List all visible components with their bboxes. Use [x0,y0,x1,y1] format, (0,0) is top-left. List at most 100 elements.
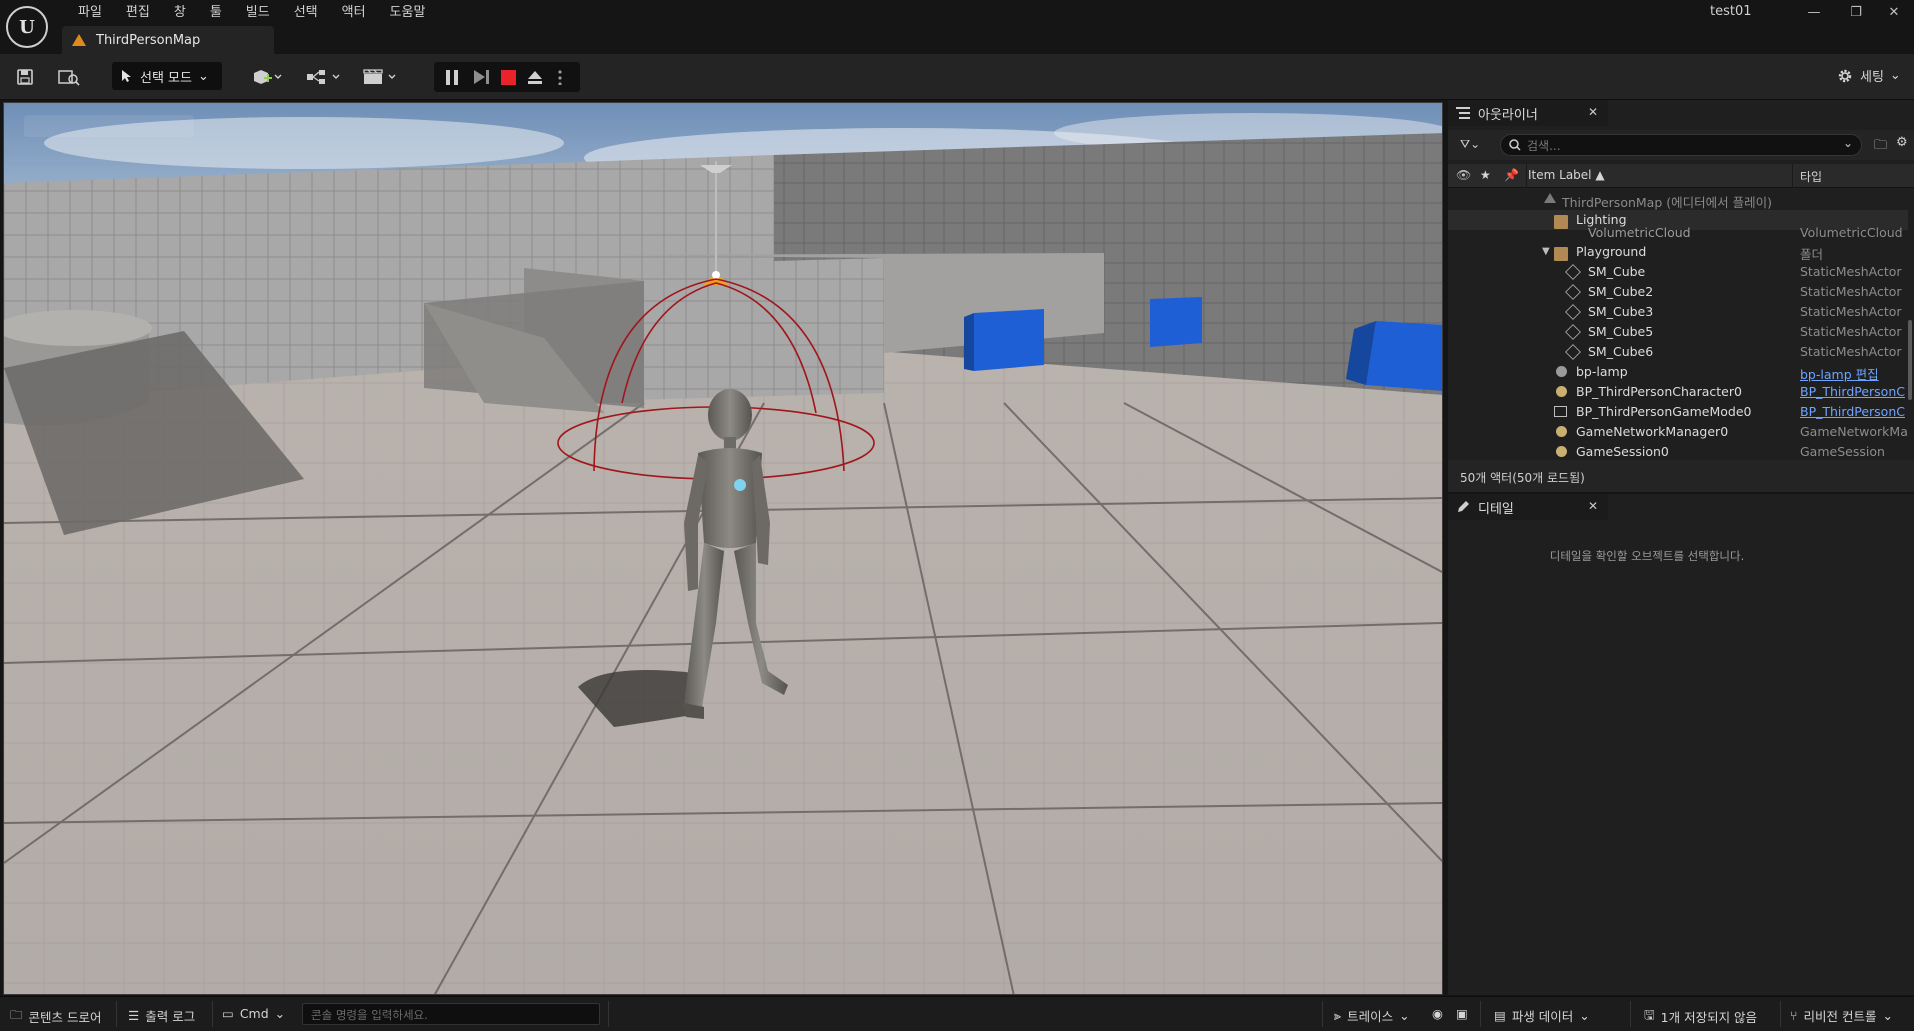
edit-blueprint-link[interactable]: BP_ThirdPersonC [1800,404,1908,419]
tree-row-mesh[interactable]: SM_Cube3 StaticMeshActor [1448,302,1908,322]
star-icon[interactable]: ★ [1480,168,1491,182]
trace-icon: ⫸ [1334,1007,1342,1023]
content-drawer-icon: 🗀 [10,1007,23,1022]
restore-button[interactable]: ❐ [1836,0,1876,24]
pencil-icon [1458,501,1469,512]
cursor-icon [122,70,131,82]
outliner-search-input[interactable]: 검색... ⌄ [1500,134,1862,156]
tree-row-actor[interactable]: GameNetworkManager0 GameNetworkMa [1448,422,1908,442]
gear-icon [1838,69,1852,82]
derived-data-button[interactable]: ▤ 파생 데이터 ⌄ [1494,1006,1590,1025]
trace-button[interactable]: ⫸ 트레이스 ⌄ [1334,1006,1410,1025]
search-icon [1509,139,1521,151]
branch-icon: ⑂ [1790,1008,1798,1023]
menu-window[interactable]: 창 [162,2,198,24]
settings-button[interactable]: 세팅 ⌄ [1836,66,1901,85]
pin-icon[interactable]: 📌 [1504,168,1519,182]
tree-row-mesh[interactable]: SM_Cube5 StaticMeshActor [1448,322,1908,342]
browse-level-icon[interactable] [58,66,80,88]
tree-row-mesh[interactable]: SM_Cube6 StaticMeshActor [1448,342,1908,362]
character-icon [1556,386,1567,397]
tree-row-world[interactable]: ThirdPersonMap (에디터에서 플레이) [1448,190,1908,210]
pause-icon[interactable] [446,70,458,85]
more-options-icon[interactable] [558,69,562,85]
unsaved-file-icon: 🖫 [1644,1007,1655,1022]
outliner-tab[interactable]: 아웃라이너 ✕ [1448,100,1608,126]
tree-row-blueprint[interactable]: bp-lamp bp-lamp 편집 [1448,362,1908,382]
frame-step-icon[interactable] [474,70,485,84]
map-level-icon [72,34,86,46]
stop-icon[interactable] [501,70,516,85]
settings-label: 세팅 [1860,70,1884,85]
outliner-column-header: 👁 ★ 📌 Item Label ▲ 타입 [1448,164,1914,188]
actor-icon [1556,366,1567,377]
level-viewport[interactable] [3,102,1443,995]
menu-tools[interactable]: 툴 [198,2,234,24]
edit-blueprint-link[interactable]: bp-lamp 편집 [1800,364,1908,383]
tree-row-mesh[interactable]: SM_Cube StaticMeshActor [1448,262,1908,282]
outliner-scrollbar[interactable] [1908,320,1912,400]
gear-icon[interactable]: ⚙ [1896,135,1908,150]
tree-row-folder[interactable]: ▼ Playground 폴더 [1448,242,1908,262]
static-mesh-icon [1565,324,1581,340]
project-name: test01 [1710,4,1752,19]
chevron-down-icon: ⌄ [197,68,209,84]
actor-icon [1556,446,1567,457]
outliner-tree[interactable]: ThirdPersonMap (에디터에서 플레이) Lighting Volu… [1448,188,1908,460]
main-toolbar: 선택 모드 ⌄ 세팅 ⌄ [0,54,1914,100]
screenshot-icon[interactable]: ▣ [1456,1006,1468,1021]
blue-cube[interactable] [1150,297,1202,347]
menu-help[interactable]: 도움말 [378,2,438,24]
expand-arrow-icon[interactable]: ▼ [1542,246,1550,257]
tree-row-blueprint[interactable]: BP_ThirdPersonCharacter0 BP_ThirdPersonC [1448,382,1908,402]
cinematics-icon[interactable] [362,66,400,88]
unreal-logo-icon[interactable]: U [6,6,48,48]
blue-cube[interactable] [1346,321,1443,391]
add-actor-icon[interactable] [252,66,282,88]
chevron-down-icon[interactable]: ⌄ [1843,136,1853,150]
map-tab-label: ThirdPersonMap [96,32,201,48]
map-tab[interactable]: ThirdPersonMap [62,26,274,54]
add-folder-icon[interactable]: 🗀 [1874,136,1887,158]
select-mode-button[interactable]: 선택 모드 ⌄ [112,62,222,90]
console-command-input[interactable]: 콘솔 명령을 입력하세요. [302,1003,600,1025]
world-icon [1544,193,1556,203]
close-window-button[interactable]: ✕ [1874,0,1914,24]
type-column[interactable]: 타입 [1800,168,1822,185]
menu-select[interactable]: 선택 [282,2,330,24]
tree-row-actor[interactable]: VolumetricCloud VolumetricCloud [1448,223,1908,243]
status-bar: 🗀 콘텐츠 드로어 ☰ 출력 로그 ▭ Cmd ⌄ 콘솔 명령을 입력하세요. … [0,996,1914,1031]
save-icon[interactable] [16,66,34,88]
output-log-button[interactable]: ☰ 출력 로그 [128,1006,195,1025]
filter-icon[interactable]: ⛛⌄ [1460,137,1480,152]
menu-bar: 파일 편집 창 툴 빌드 선택 액터 도움말 [66,2,437,24]
details-tab[interactable]: 디테일 ✕ [1448,494,1608,520]
cmd-dropdown[interactable]: ▭ Cmd ⌄ [222,1006,285,1021]
tree-row-blueprint[interactable]: BP_ThirdPersonGameMode0 BP_ThirdPersonC [1448,402,1908,422]
viewport-scene[interactable] [4,103,1443,995]
close-icon[interactable]: ✕ [1588,499,1598,513]
close-icon[interactable]: ✕ [1588,105,1598,119]
edit-blueprint-link[interactable]: BP_ThirdPersonC [1800,384,1908,399]
item-label-column[interactable]: Item Label ▲ [1528,168,1605,182]
title-bar: U 파일 편집 창 툴 빌드 선택 액터 도움말 ThirdPersonMap … [0,0,1914,54]
blue-cube[interactable] [964,309,1044,371]
eject-icon[interactable] [526,68,544,86]
menu-edit[interactable]: 편집 [114,2,162,24]
game-mode-icon [1554,406,1567,417]
tree-row-mesh[interactable]: SM_Cube2 StaticMeshActor [1448,282,1908,302]
play-controls [434,62,580,92]
console-icon: ▭ [222,1006,234,1021]
static-mesh-icon [1565,304,1581,320]
menu-build[interactable]: 빌드 [234,2,282,24]
blueprint-icon[interactable] [306,66,342,88]
minimize-button[interactable]: — [1794,0,1834,24]
visibility-icon[interactable]: 👁 [1456,168,1471,182]
menu-actor[interactable]: 액터 [330,2,378,24]
unsaved-button[interactable]: 🖫 1개 저장되지 않음 [1644,1006,1757,1027]
revision-control-button[interactable]: ⑂ 리비전 컨트롤 ⌄ [1790,1006,1893,1025]
record-icon[interactable]: ◉ [1432,1006,1443,1021]
content-drawer-button[interactable]: 🗀 콘텐츠 드로어 [10,1006,102,1027]
menu-file[interactable]: 파일 [66,2,114,24]
tree-row-actor[interactable]: GameSession0 GameSession [1448,442,1908,460]
